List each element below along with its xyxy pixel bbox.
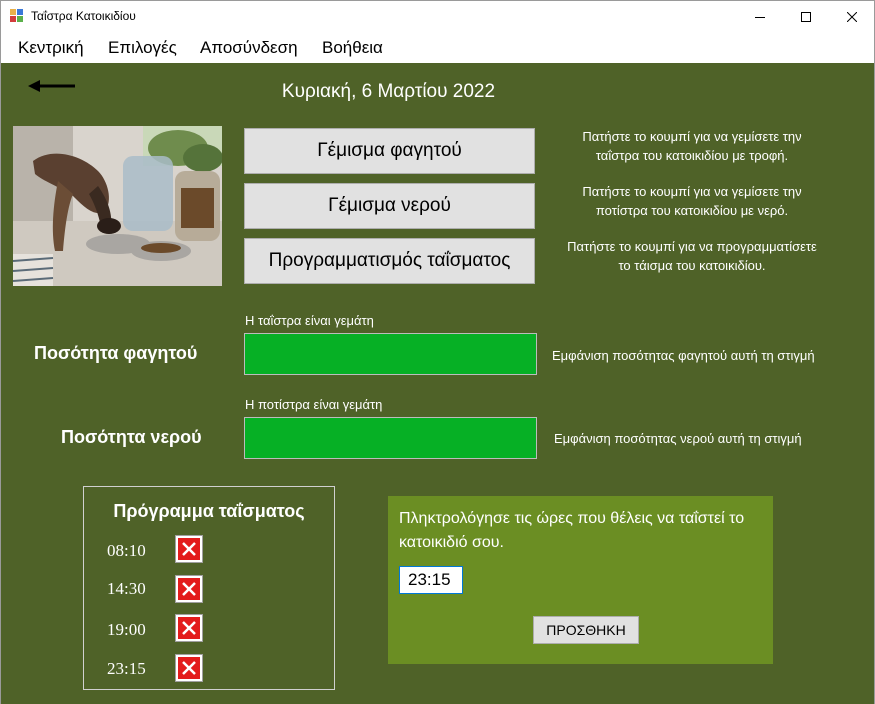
schedule-hint-line1: Πατήστε το κουμπί για να προγραμματίσετε <box>567 239 817 254</box>
food-level-bar <box>244 333 537 375</box>
schedule-title: Πρόγραμμα ταΐσματος <box>113 501 305 521</box>
add-time-prompt: Πληκτρολόγησε τις ώρες που θέλεις να ταΐ… <box>399 510 745 551</box>
schedule-time: 08:10 <box>107 541 146 560</box>
delete-time-button[interactable] <box>175 614 203 642</box>
schedule-hint: Πατήστε το κουμπί για να προγραμματίσετε… <box>537 237 847 275</box>
food-status-label: Η ταΐστρα είναι γεμάτη <box>245 313 374 328</box>
add-time-panel: Πληκτρολόγησε τις ώρες που θέλεις να ταΐ… <box>388 496 773 664</box>
delete-time-button[interactable] <box>175 535 203 563</box>
fill-water-hint: Πατήστε το κουμπί για να γεμίσετε την πο… <box>542 182 842 220</box>
arrow-left-icon <box>28 80 75 92</box>
delete-x-icon <box>178 617 200 639</box>
water-quantity-label: Ποσότητα νερού <box>61 427 202 447</box>
close-icon <box>847 11 857 22</box>
delete-x-icon <box>178 538 200 560</box>
delete-x-icon <box>178 578 200 600</box>
schedule-time: 19:00 <box>107 620 146 639</box>
water-level-bar <box>244 417 537 459</box>
water-status-label: Η ποτίστρα είναι γεμάτη <box>245 397 383 412</box>
fill-food-hint-line1: Πατήστε το κουμπί για να γεμίσετε την <box>582 129 802 144</box>
fill-water-hint-line2: ποτίστρα του κατοικιδίου με νερό. <box>595 203 789 218</box>
fill-food-hint-line2: ταΐστρα του κατοικιδίου με τροφή. <box>595 148 789 163</box>
maximize-icon <box>801 11 811 22</box>
food-level-description: Εμφάνιση ποσότητας φαγητού αυτή τη στιγμ… <box>552 348 815 363</box>
minimize-button[interactable] <box>737 1 783 32</box>
fill-food-button[interactable]: Γέμισμα φαγητού <box>244 128 535 174</box>
schedule-feeding-button[interactable]: Προγραμματισμός ταΐσματος <box>244 238 535 284</box>
food-level-fill <box>245 334 536 374</box>
fill-food-hint: Πατήστε το κουμπί για να γεμίσετε την τα… <box>542 127 842 165</box>
window-title: Ταΐστρα Κατοικιδίου <box>31 9 136 23</box>
main-panel: Κυριακή, 6 Μαρτίου 2022 Γέμισμα φαγητού … <box>0 63 875 704</box>
menu-bar: Κεντρική Επιλογές Αποσύνδεση Βοήθεια <box>0 31 875 63</box>
current-date: Κυριακή, 6 Μαρτίου 2022 <box>281 81 496 102</box>
maximize-button[interactable] <box>783 1 829 32</box>
title-bar: Ταΐστρα Κατοικιδίου <box>0 0 875 31</box>
menu-item-home[interactable]: Κεντρική <box>18 38 84 58</box>
feeding-schedule-group: Πρόγραμμα ταΐσματος 08:10 14:30 19:00 23… <box>83 486 335 690</box>
schedule-time: 14:30 <box>107 579 146 598</box>
back-button[interactable] <box>28 78 76 94</box>
delete-time-button[interactable] <box>175 575 203 603</box>
schedule-time: 23:15 <box>107 659 146 678</box>
food-quantity-label: Ποσότητα φαγητού <box>34 343 198 363</box>
menu-item-logout[interactable]: Αποσύνδεση <box>200 38 298 58</box>
pet-feeder-photo <box>13 126 222 286</box>
menu-item-options[interactable]: Επιλογές <box>108 38 177 58</box>
delete-x-icon <box>178 657 200 679</box>
app-window-icon <box>10 9 24 23</box>
time-input[interactable] <box>399 566 463 594</box>
add-time-button[interactable]: ΠΡΟΣΘΗΚΗ <box>533 616 639 644</box>
water-level-fill <box>245 418 536 458</box>
close-button[interactable] <box>829 1 875 32</box>
fill-water-button[interactable]: Γέμισμα νερού <box>244 183 535 229</box>
water-level-description: Εμφάνιση ποσότητας νερού αυτή τη στιγμή <box>554 431 802 446</box>
minimize-icon <box>755 16 765 18</box>
menu-item-help[interactable]: Βοήθεια <box>322 38 383 58</box>
delete-time-button[interactable] <box>175 654 203 682</box>
fill-water-hint-line1: Πατήστε το κουμπί για να γεμίσετε την <box>582 184 802 199</box>
schedule-hint-line2: το τάισμα του κατοικιδίου. <box>618 258 766 273</box>
